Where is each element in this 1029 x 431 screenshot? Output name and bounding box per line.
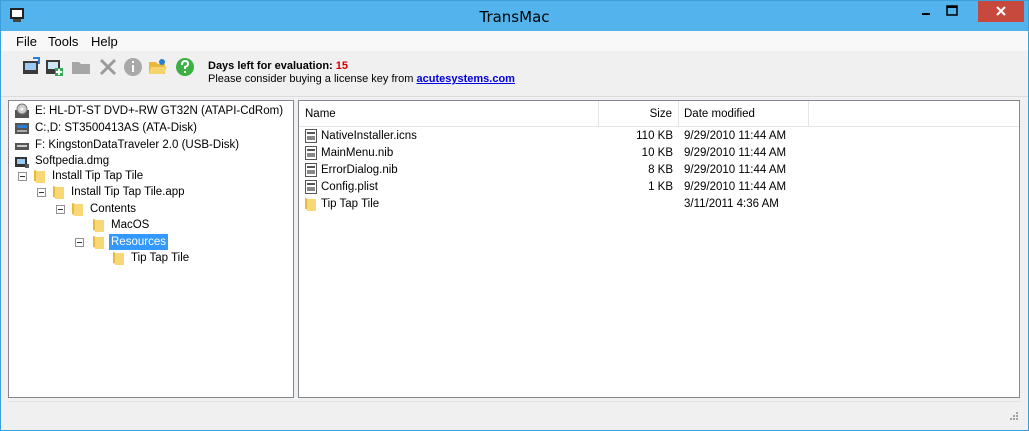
file-date: 9/29/2010 11:44 AM — [684, 164, 787, 176]
column-header-date[interactable]: Date modified — [679, 101, 809, 126]
tree-item-folder[interactable]: Tip Tap Tile — [112, 250, 191, 266]
maximize-icon — [946, 5, 958, 16]
menu-help[interactable]: Help — [91, 34, 118, 49]
resize-grip-icon[interactable] — [1009, 411, 1019, 421]
close-button[interactable] — [978, 1, 1024, 22]
collapse-toggle[interactable] — [18, 172, 27, 181]
help-icon[interactable] — [175, 57, 195, 77]
folder-icon — [113, 252, 124, 265]
file-name: Config.plist — [321, 181, 378, 193]
file-size: 10 KB — [641, 147, 673, 159]
tree-item-cdrom[interactable]: E: HL-DT-ST DVD+-RW GT32N (ATAPI-CdRom) — [14, 103, 285, 119]
list-header: Name Size Date modified — [299, 101, 1019, 127]
evaluation-label: Days left for evaluation: — [208, 60, 333, 72]
collapse-toggle[interactable] — [56, 205, 65, 214]
tree-label: Softpedia.dmg — [35, 155, 110, 167]
file-name: NativeInstaller.icns — [321, 130, 417, 142]
table-row[interactable]: NativeInstaller.icns 110 KB 9/29/2010 11… — [299, 128, 1019, 145]
maximize-button[interactable] — [939, 1, 965, 22]
disk-icon — [15, 123, 29, 134]
menu-file[interactable]: File — [16, 34, 37, 49]
column-header-name[interactable]: Name — [299, 101, 599, 126]
tree-label: Install Tip Tap Tile.app — [71, 186, 185, 198]
app-window: TransMac File Tools Help Days left for e… — [0, 0, 1029, 431]
folder-icon — [72, 203, 83, 216]
tree-item-folder[interactable]: Install Tip Tap Tile — [33, 168, 145, 184]
tree-label: Contents — [90, 203, 137, 215]
open-folder-icon[interactable] — [148, 57, 168, 77]
tree-item-usb[interactable]: F: KingstonDataTraveler 2.0 (USB-Disk) — [14, 137, 241, 153]
cdrom-icon — [15, 103, 29, 118]
close-icon — [996, 6, 1006, 16]
file-date: 9/29/2010 11:44 AM — [684, 181, 787, 193]
minimize-button[interactable] — [913, 1, 939, 22]
folder-icon — [34, 170, 45, 183]
drive-tree[interactable]: E: HL-DT-ST DVD+-RW GT32N (ATAPI-CdRom) … — [8, 100, 294, 398]
folder-icon — [93, 236, 104, 249]
collapse-toggle[interactable] — [37, 188, 46, 197]
tree-label: F: KingstonDataTraveler 2.0 (USB-Disk) — [35, 139, 240, 151]
add-icon[interactable] — [44, 57, 64, 77]
file-date: 9/29/2010 11:44 AM — [684, 147, 787, 159]
tree-label: Tip Tap Tile — [131, 252, 190, 264]
tree-label: C:,D: ST3500413AS (ATA-Disk) — [35, 122, 197, 134]
evaluation-days: 15 — [335, 60, 349, 72]
disk-image-icon[interactable] — [21, 57, 41, 77]
tree-item-folder[interactable]: Contents — [71, 201, 138, 217]
tree-label: E: HL-DT-ST DVD+-RW GT32N (ATAPI-CdRom) — [35, 105, 284, 117]
dmg-icon — [15, 157, 29, 168]
folder-icon — [53, 186, 64, 199]
file-date: 9/29/2010 11:44 AM — [684, 130, 787, 142]
tree-item-folder[interactable]: MacOS — [92, 217, 151, 233]
tree-label: Resources — [109, 234, 168, 250]
tree-item-folder-selected[interactable]: Resources — [92, 234, 168, 250]
tree-label: Install Tip Tap Tile — [52, 170, 144, 182]
tree-item-disk[interactable]: C:,D: ST3500413AS (ATA-Disk) — [14, 120, 199, 136]
table-row[interactable]: MainMenu.nib 10 KB 9/29/2010 11:44 AM — [299, 145, 1019, 162]
info-icon[interactable] — [123, 57, 143, 77]
file-icon — [305, 163, 317, 177]
file-size: 1 KB — [648, 181, 673, 193]
tree-item-folder[interactable]: Install Tip Tap Tile.app — [52, 184, 187, 200]
delete-icon[interactable] — [98, 57, 118, 77]
menu-bar: File Tools Help — [1, 31, 1028, 51]
file-list[interactable]: Name Size Date modified NativeInstaller.… — [298, 100, 1020, 398]
folder-icon — [305, 198, 316, 211]
column-header-size[interactable]: Size — [599, 101, 679, 126]
file-icon — [305, 180, 317, 194]
file-icon — [305, 129, 317, 143]
usb-icon — [15, 143, 29, 150]
folder-icon[interactable] — [71, 57, 91, 77]
folder-icon — [93, 219, 104, 232]
license-notice: Please consider buying a license key fro… — [208, 73, 515, 85]
file-icon — [305, 146, 317, 160]
table-row[interactable]: ErrorDialog.nib 8 KB 9/29/2010 11:44 AM — [299, 162, 1019, 179]
file-date: 3/11/2011 4:36 AM — [684, 198, 779, 210]
license-link[interactable]: acutesystems.com — [417, 73, 515, 85]
tree-label: MacOS — [111, 219, 150, 231]
collapse-toggle[interactable] — [75, 238, 84, 247]
file-size: 110 KB — [636, 130, 673, 142]
title-bar[interactable]: TransMac — [1, 1, 1028, 31]
table-row[interactable]: Config.plist 1 KB 9/29/2010 11:44 AM — [299, 179, 1019, 196]
table-row[interactable]: Tip Tap Tile 3/11/2011 4:36 AM — [299, 196, 1019, 213]
license-text: Please consider buying a license key fro… — [208, 73, 414, 85]
menu-tools[interactable]: Tools — [48, 34, 78, 49]
file-name: Tip Tap Tile — [321, 198, 380, 210]
evaluation-notice: Days left for evaluation: 15 — [208, 60, 348, 72]
file-size: 8 KB — [648, 164, 673, 176]
toolbar: Days left for evaluation: 15 Please cons… — [1, 51, 1028, 97]
window-title: TransMac — [479, 8, 550, 26]
tree-item-dmg[interactable]: Softpedia.dmg — [14, 153, 111, 169]
file-name: ErrorDialog.nib — [321, 164, 398, 176]
file-name: MainMenu.nib — [321, 147, 394, 159]
minimize-icon — [922, 13, 930, 15]
status-bar — [8, 401, 1021, 423]
